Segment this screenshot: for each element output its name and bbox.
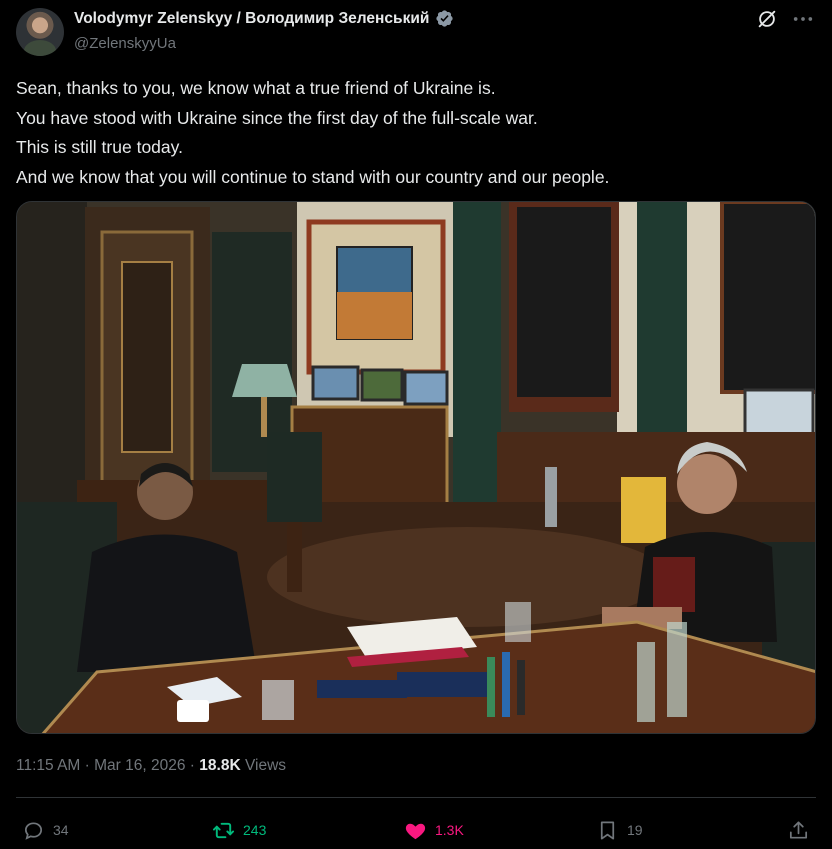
meta-separator: · — [84, 757, 90, 774]
views-label: Views — [244, 757, 287, 774]
bookmark-button[interactable]: 19 — [596, 812, 643, 848]
reply-button[interactable]: 34 — [22, 812, 69, 848]
grok-icon[interactable] — [756, 8, 778, 30]
tweet-text-line: You have stood with Ukraine since the fi… — [16, 107, 538, 128]
tweet-text-line: Sean, thanks to you, we know what a true… — [16, 78, 496, 98]
bookmark-count: 19 — [627, 822, 643, 838]
tweet-text-line: And we know that you will continue to st… — [16, 166, 610, 187]
repost-count: 243 — [243, 822, 267, 838]
like-button[interactable]: 1.3K — [404, 812, 464, 848]
tweet-header: Volodymyr Zelenskyy / Володимир Зеленськ… — [16, 4, 816, 56]
author-display-name[interactable]: Volodymyr Zelenskyy / Володимир Зеленськ… — [74, 10, 429, 28]
repost-icon — [212, 822, 235, 838]
meta-separator: · — [189, 757, 195, 774]
tweet-actions: 34 243 1.3K 19 — [16, 812, 816, 848]
reply-count: 34 — [53, 822, 69, 838]
share-button[interactable] — [787, 812, 810, 848]
heart-icon — [405, 823, 426, 839]
office-photo-illustration — [17, 202, 815, 733]
reply-icon — [24, 821, 43, 840]
tweet-time[interactable]: 11:15 AM — [16, 757, 80, 774]
tweet-date[interactable]: Mar 16, 2026 — [94, 757, 185, 774]
views-count: 18.8K — [199, 757, 241, 774]
tweet-text-line: This is still true today. — [16, 137, 183, 157]
more-icon[interactable] — [792, 10, 814, 28]
repost-button[interactable]: 243 — [212, 812, 266, 848]
author-handle[interactable]: @ZelenskyyUa — [74, 35, 176, 52]
verified-badge-icon — [436, 10, 454, 27]
author-name-row: Volodymyr Zelenskyy / Володимир Зеленськ… — [74, 9, 454, 28]
tweet-text: Sean, thanks to you, we know what a true… — [16, 74, 816, 192]
divider — [16, 797, 816, 798]
like-count: 1.3K — [435, 822, 464, 838]
tweet-photo[interactable] — [16, 201, 816, 734]
bookmark-icon — [600, 820, 615, 840]
author-avatar[interactable] — [16, 8, 64, 56]
share-icon — [789, 820, 808, 839]
tweet-meta: 11:15 AM · Mar 16, 2026 · 18.8K Views — [16, 757, 286, 775]
